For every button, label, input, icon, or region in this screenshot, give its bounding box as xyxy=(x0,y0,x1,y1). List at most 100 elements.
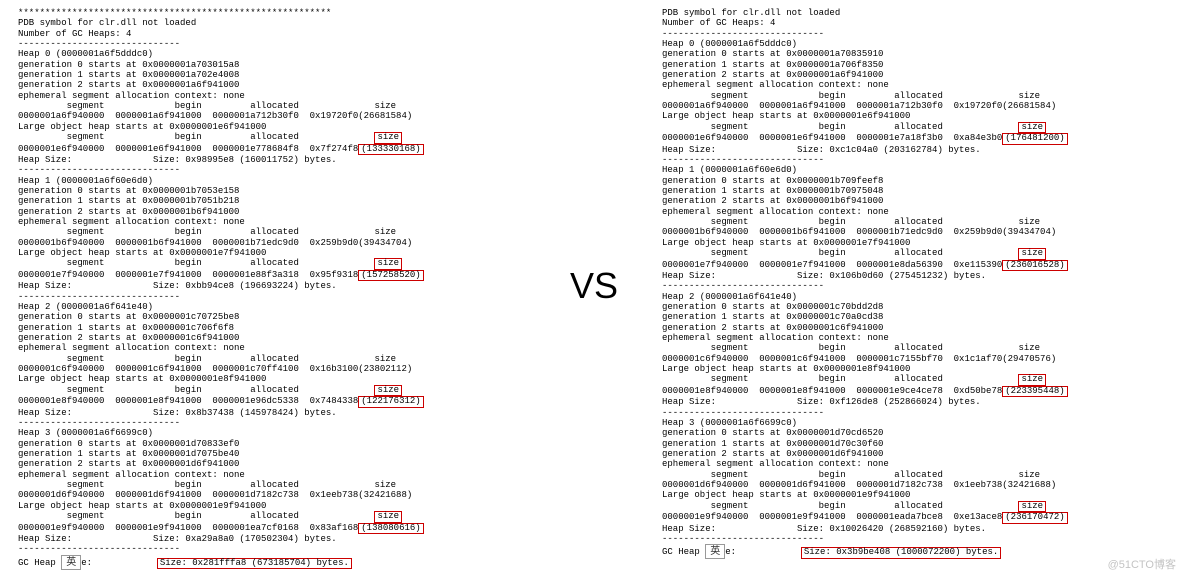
size-label: size xyxy=(1018,501,1046,512)
heap1-title: Heap 1 (0000001a6f60e6d0) xyxy=(662,165,797,175)
heap0-g1: generation 1 starts at 0x0000001a702e400… xyxy=(18,70,239,80)
heap2-g0: generation 0 starts at 0x0000001c70725be… xyxy=(18,312,239,322)
rule: ------------------------------ xyxy=(662,155,824,165)
heap2-g1: generation 1 starts at 0x0000001c70a0cd3… xyxy=(662,312,883,322)
pdb-line: PDB symbol for clr.dll not loaded xyxy=(662,8,840,18)
heap3-g0: generation 0 starts at 0x0000001d70833ef… xyxy=(18,439,239,449)
heap1-loh: Large object heap starts at 0x0000001e7f… xyxy=(18,248,266,258)
heap3-hdr2: segment begin allocated xyxy=(662,501,1018,511)
nheaps: Number of GC Heaps: 4 xyxy=(18,29,131,39)
size-label: size xyxy=(374,258,402,269)
heap3-g1: generation 1 starts at 0x0000001d7075be4… xyxy=(18,449,239,459)
heap3-row1: 0000001d6f940000 0000001d6f941000 000000… xyxy=(662,480,1056,490)
gcheap-post: e: xyxy=(725,547,801,557)
heap1-eph: ephemeral segment allocation context: no… xyxy=(662,207,889,217)
rule: ------------------------------ xyxy=(18,39,180,49)
heap3-title: Heap 3 (0000001a6f6699c0) xyxy=(18,428,153,438)
gcheap-post: e: xyxy=(81,558,157,568)
heap0-size-hl: (133330168) xyxy=(358,144,423,155)
heap1-hdr: segment begin allocated size xyxy=(662,217,1040,227)
heap2-row1: 0000001c6f940000 0000001c6f941000 000000… xyxy=(662,354,1056,364)
heap0-row1: 0000001a6f940000 0000001a6f941000 000000… xyxy=(18,111,412,121)
heap2-hdr2: segment begin allocated xyxy=(18,385,374,395)
rule: ------------------------------ xyxy=(18,292,180,302)
heap1-loh: Large object heap starts at 0x0000001e7f… xyxy=(662,238,910,248)
heap2-title: Heap 2 (0000001a6f641e40) xyxy=(662,292,797,302)
heap1-g1: generation 1 starts at 0x0000001b7097504… xyxy=(662,186,883,196)
size-label: size xyxy=(1018,122,1046,133)
heap2-hsize: Heap Size: Size: 0xf126de8 (252866024) b… xyxy=(662,397,981,407)
heap3-eph: ephemeral segment allocation context: no… xyxy=(18,470,245,480)
heap2-row2: 0000001e8f940000 0000001e8f941000 000000… xyxy=(662,386,1002,396)
heap2-g2: generation 2 starts at 0x0000001c6f94100… xyxy=(18,333,239,343)
heap3-g1: generation 1 starts at 0x0000001d70c30f6… xyxy=(662,439,883,449)
nheaps: Number of GC Heaps: 4 xyxy=(662,18,775,28)
heap3-size-hl: (138080616) xyxy=(358,523,423,534)
rule: ------------------------------ xyxy=(662,534,824,544)
heap1-hdr2: segment begin allocated xyxy=(662,248,1018,258)
size-label: size xyxy=(374,511,402,522)
heap1-hdr: segment begin allocated size xyxy=(18,227,396,237)
heap3-row2: 0000001e9f940000 0000001e9f941000 000000… xyxy=(662,512,1002,522)
heap1-eph: ephemeral segment allocation context: no… xyxy=(18,217,245,227)
heap0-hdr2: segment begin allocated xyxy=(662,122,1018,132)
heap0-size-hl: (176481200) xyxy=(1002,133,1067,144)
heap3-title: Heap 3 (0000001a6f6699c0) xyxy=(662,418,797,428)
heap2-eph: ephemeral segment allocation context: no… xyxy=(18,343,245,353)
heap0-hdr2: segment begin allocated xyxy=(18,132,374,142)
heap2-hdr2: segment begin allocated xyxy=(662,374,1018,384)
vs-label: VS xyxy=(570,265,618,306)
heap1-hdr2: segment begin allocated xyxy=(18,258,374,268)
gcheap-pre: GC Heap xyxy=(662,547,705,557)
heap2-hdr: segment begin allocated size xyxy=(662,343,1040,353)
left-dump: ****************************************… xyxy=(18,8,424,570)
heap3-row1: 0000001d6f940000 0000001d6f941000 000000… xyxy=(18,490,412,500)
heap3-size-hl: (236170472) xyxy=(1002,512,1067,523)
heap3-hdr: segment begin allocated size xyxy=(662,470,1040,480)
heap0-hsize: Heap Size: Size: 0xc1c04a0 (203162784) b… xyxy=(662,145,981,155)
heap2-g0: generation 0 starts at 0x0000001c70bdd2d… xyxy=(662,302,883,312)
pdb-line: PDB symbol for clr.dll not loaded xyxy=(18,18,196,28)
heap2-loh: Large object heap starts at 0x0000001e8f… xyxy=(662,364,910,374)
heap1-size-hl: (157258520) xyxy=(358,270,423,281)
heap3-g2: generation 2 starts at 0x0000001d6f94100… xyxy=(662,449,883,459)
heap3-g2: generation 2 starts at 0x0000001d6f94100… xyxy=(18,459,239,469)
heap0-g1: generation 1 starts at 0x0000001a706f835… xyxy=(662,60,883,70)
heap0-g2: generation 2 starts at 0x0000001a6f94100… xyxy=(662,70,883,80)
heap3-hdr2: segment begin allocated xyxy=(18,511,374,521)
heap2-title: Heap 2 (0000001a6f641e40) xyxy=(18,302,153,312)
heap0-hdr: segment begin allocated size xyxy=(662,91,1040,101)
size-label: size xyxy=(374,385,402,396)
ime-badge: 英 xyxy=(705,544,725,559)
heap1-g2: generation 2 starts at 0x0000001b6f94100… xyxy=(18,207,239,217)
heap2-row2: 0000001e8f940000 0000001e8f941000 000000… xyxy=(18,396,358,406)
heap1-title: Heap 1 (0000001a6f60e6d0) xyxy=(18,176,153,186)
gcheap-total-hl: Size: 0x3b9be408 (1000072200) bytes. xyxy=(801,547,1001,558)
heap2-g2: generation 2 starts at 0x0000001c6f94100… xyxy=(662,323,883,333)
heap1-row2: 0000001e7f940000 0000001e7f941000 000000… xyxy=(662,260,1002,270)
heap0-loh: Large object heap starts at 0x0000001e6f… xyxy=(18,122,266,132)
heap1-hsize: Heap Size: Size: 0x106b0d60 (275451232) … xyxy=(662,271,986,281)
heap2-g1: generation 1 starts at 0x0000001c706f6f8 xyxy=(18,323,234,333)
size-label: size xyxy=(1018,374,1046,385)
heap3-hsize: Heap Size: Size: 0x10026420 (268592160) … xyxy=(662,524,986,534)
heap1-hsize: Heap Size: Size: 0xbb94ce8 (196693224) b… xyxy=(18,281,337,291)
heap1-g0: generation 0 starts at 0x0000001b7053e15… xyxy=(18,186,239,196)
heap1-g2: generation 2 starts at 0x0000001b6f94100… xyxy=(662,196,883,206)
heap0-row2: 0000001e6f940000 0000001e6f941000 000000… xyxy=(18,144,358,154)
heap1-size-hl: (236016528) xyxy=(1002,260,1067,271)
heap2-hsize: Heap Size: Size: 0x8b37438 (145978424) b… xyxy=(18,408,337,418)
heap2-hdr: segment begin allocated size xyxy=(18,354,396,364)
heap0-g2: generation 2 starts at 0x0000001a6f94100… xyxy=(18,80,239,90)
heap3-row2: 0000001e9f940000 0000001e9f941000 000000… xyxy=(18,523,358,533)
heap0-g0: generation 0 starts at 0x0000001a703015a… xyxy=(18,60,239,70)
heap3-loh: Large object heap starts at 0x0000001e9f… xyxy=(662,490,910,500)
heap0-eph: ephemeral segment allocation context: no… xyxy=(18,91,245,101)
rule: ------------------------------ xyxy=(662,408,824,418)
stars: ****************************************… xyxy=(18,8,331,18)
heap1-g1: generation 1 starts at 0x0000001b7051b21… xyxy=(18,196,239,206)
rule: ------------------------------ xyxy=(18,165,180,175)
size-label: size xyxy=(374,132,402,143)
watermark: @51CTO博客 xyxy=(1108,559,1176,572)
heap3-hdr: segment begin allocated size xyxy=(18,480,396,490)
